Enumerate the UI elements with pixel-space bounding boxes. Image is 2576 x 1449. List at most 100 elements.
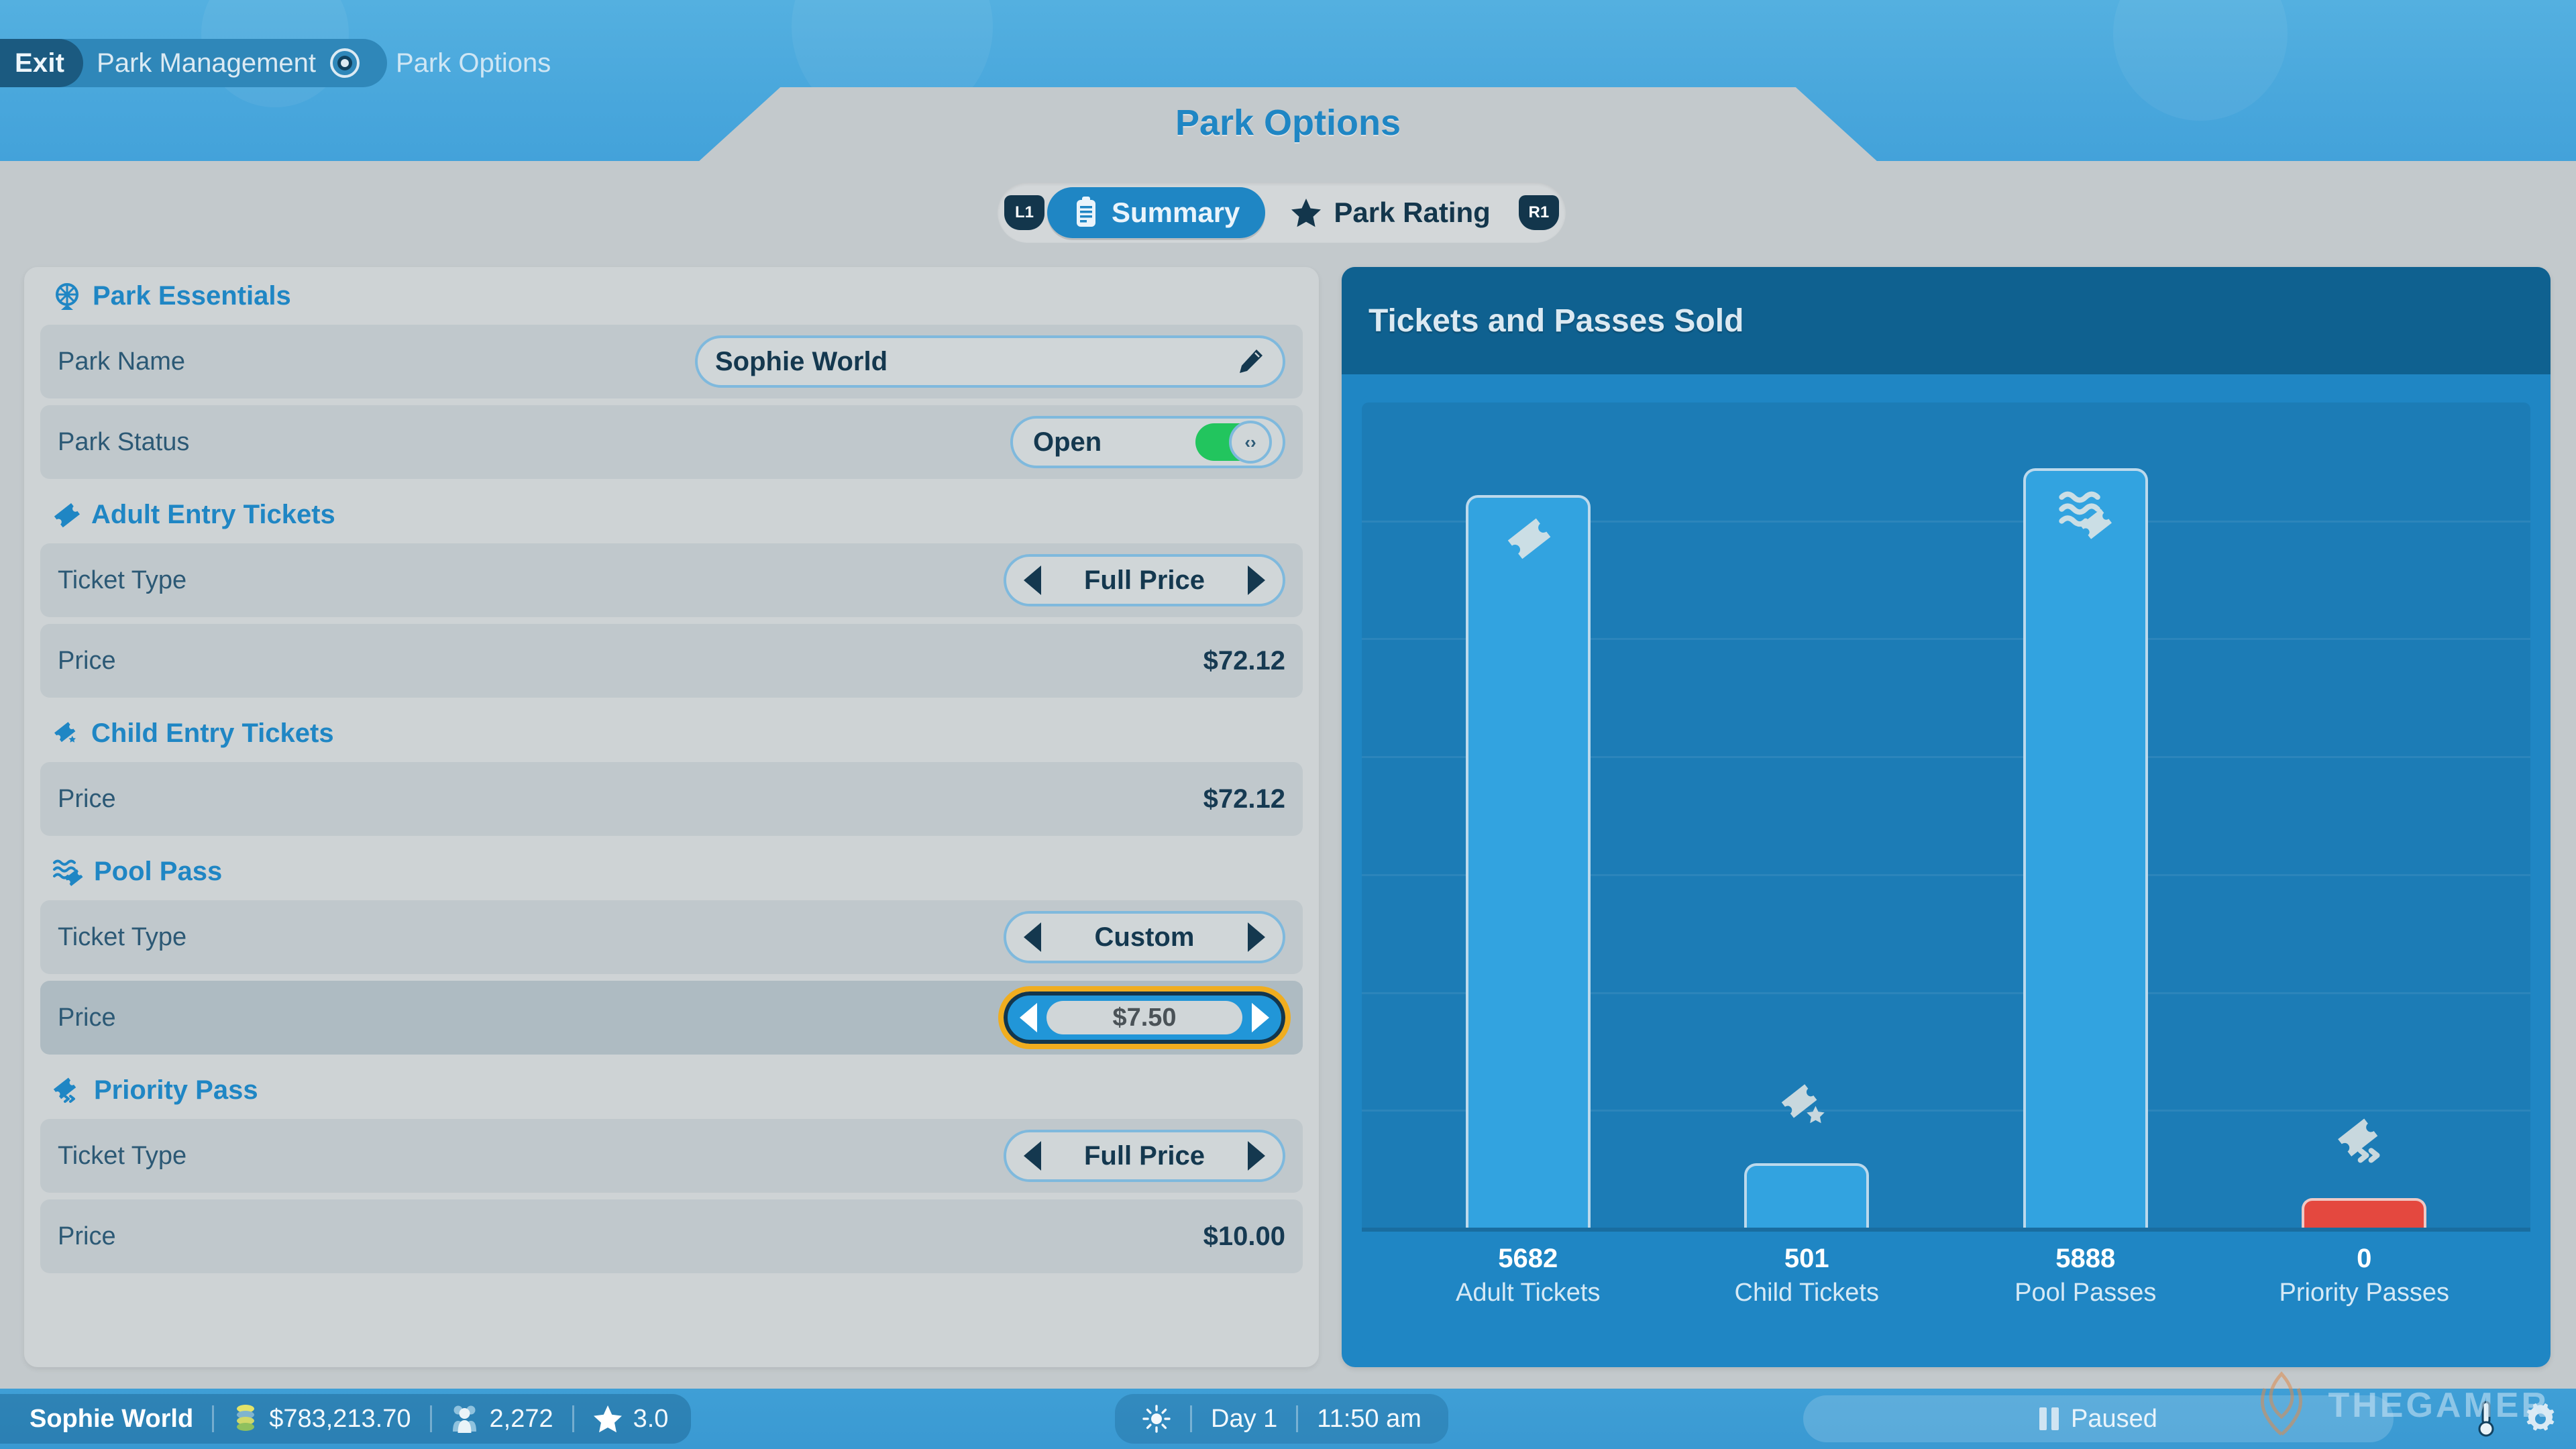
chart-bar-category: Child Tickets bbox=[1734, 1279, 1879, 1307]
status-money-value: $783,213.70 bbox=[269, 1404, 411, 1433]
pool-ticket-type-stepper[interactable]: Custom bbox=[1004, 911, 1285, 963]
stepper-value-box: $7.50 bbox=[1046, 1001, 1242, 1034]
stepper-next-arrow[interactable] bbox=[1248, 1141, 1265, 1171]
row-label: Park Status bbox=[58, 427, 190, 456]
chart-bar bbox=[2023, 468, 2148, 1228]
park-status-value: Open bbox=[1033, 427, 1102, 457]
chart-bar bbox=[1744, 1084, 1870, 1228]
row-child-price[interactable]: Price $72.12 bbox=[40, 762, 1303, 836]
pause-icon[interactable] bbox=[2039, 1407, 2059, 1430]
status-bar: Sophie World $783,213.70 2,272 3.0 Day 1… bbox=[0, 1389, 2576, 1449]
thegamer-logo-icon bbox=[2261, 1371, 2303, 1436]
row-label: Ticket Type bbox=[58, 566, 187, 594]
row-label: Price bbox=[58, 784, 116, 813]
game-speed-label: Paused bbox=[2071, 1404, 2157, 1433]
pool-ticket-type-value: Custom bbox=[1094, 922, 1195, 952]
park-status-toggle[interactable]: Open ‹› bbox=[1010, 416, 1285, 468]
thegamer-watermark: THEGAMER bbox=[2245, 1368, 2549, 1442]
adult-ticket-type-value: Full Price bbox=[1083, 565, 1205, 595]
priority-ticket-type-stepper[interactable]: Full Price bbox=[1004, 1130, 1285, 1182]
people-icon bbox=[452, 1405, 476, 1433]
tab-park-rating[interactable]: Park Rating bbox=[1265, 187, 1515, 238]
row-pool-ticket-type[interactable]: Ticket Type Custom bbox=[40, 900, 1303, 974]
exit-label: Exit bbox=[15, 48, 65, 78]
adult-ticket-type-stepper[interactable]: Full Price bbox=[1004, 554, 1285, 606]
priority-ticket-icon bbox=[53, 1077, 76, 1103]
chart-bar-column bbox=[1946, 402, 2225, 1228]
chart-bar-value: 501 bbox=[1784, 1244, 1829, 1273]
ticket-child-icon bbox=[54, 722, 76, 743]
ticket-icon bbox=[1505, 514, 1552, 564]
row-priority-price[interactable]: Price $10.00 bbox=[40, 1199, 1303, 1273]
priority-ticket-icon bbox=[2337, 1115, 2392, 1171]
pencil-icon[interactable] bbox=[1236, 347, 1265, 376]
status-money: $783,213.70 bbox=[233, 1403, 411, 1434]
row-label: Ticket Type bbox=[58, 1141, 187, 1170]
chart-x-label: 0 Priority Passes bbox=[2225, 1241, 2504, 1310]
stepper-next-arrow[interactable] bbox=[1252, 1003, 1269, 1032]
chart-x-label: 5888 Pool Passes bbox=[1946, 1241, 2225, 1310]
tab-summary[interactable]: Summary bbox=[1047, 187, 1266, 238]
toggle-track[interactable]: ‹› bbox=[1195, 421, 1272, 464]
game-screen: Exit Park Management Park Options Park O… bbox=[0, 0, 2576, 1449]
chart-x-label: 501 Child Tickets bbox=[1668, 1241, 1947, 1310]
chart-header: Tickets and Passes Sold bbox=[1342, 267, 2551, 374]
chart-x-labels: 5682 Adult Tickets 501 Child Tickets 5888 Poo… bbox=[1362, 1241, 2530, 1310]
breadcrumb: Exit Park Management bbox=[0, 39, 388, 87]
pool-ticket-icon bbox=[2058, 487, 2113, 544]
chart-bar bbox=[2302, 1118, 2427, 1228]
chart-bars bbox=[1362, 402, 2530, 1228]
row-adult-price[interactable]: Price $72.12 bbox=[40, 624, 1303, 698]
chart-bar-category: Priority Passes bbox=[2279, 1279, 2449, 1307]
park-name-field[interactable]: Sophie World bbox=[695, 335, 1285, 388]
section-park-essentials: Park Essentials bbox=[40, 267, 1303, 325]
row-park-status[interactable]: Park Status Open ‹› bbox=[40, 405, 1303, 479]
chart-bar-column bbox=[2225, 402, 2504, 1228]
divider bbox=[1296, 1405, 1299, 1432]
pool-price-stepper[interactable]: $7.50 bbox=[998, 986, 1291, 1049]
pool-price-value: $7.50 bbox=[1112, 1003, 1177, 1032]
section-adult-entry-tickets: Adult Entry Tickets bbox=[40, 486, 1303, 543]
status-guests: 2,272 bbox=[451, 1403, 553, 1434]
row-priority-ticket-type[interactable]: Ticket Type Full Price bbox=[40, 1119, 1303, 1193]
divider bbox=[212, 1405, 215, 1432]
row-label: Ticket Type bbox=[58, 922, 187, 951]
priority-price-value: $10.00 bbox=[1203, 1221, 1285, 1251]
star-icon bbox=[1291, 199, 1322, 227]
row-label: Park Name bbox=[58, 347, 186, 376]
status-left-group: Sophie World $783,213.70 2,272 3.0 bbox=[0, 1394, 692, 1444]
priority-ticket-type-value: Full Price bbox=[1083, 1140, 1205, 1171]
stepper-next-arrow[interactable] bbox=[1247, 922, 1265, 952]
chart-bar-category: Pool Passes bbox=[2015, 1279, 2157, 1307]
section-priority-pass: Priority Pass bbox=[40, 1061, 1303, 1119]
stepper-prev-arrow[interactable] bbox=[1024, 1141, 1041, 1171]
row-adult-ticket-type[interactable]: Ticket Type Full Price bbox=[40, 543, 1303, 617]
chart-x-label: 5682 Adult Tickets bbox=[1389, 1241, 1668, 1310]
toggle-knob[interactable]: ‹› bbox=[1229, 421, 1272, 464]
row-pool-price[interactable]: Price $7.50 bbox=[40, 981, 1303, 1055]
coins-icon bbox=[237, 1405, 255, 1431]
chart-title: Tickets and Passes Sold bbox=[1368, 303, 1744, 339]
adult-price-value: $72.12 bbox=[1203, 645, 1285, 676]
section-title: Child Entry Tickets bbox=[91, 718, 334, 748]
row-park-name[interactable]: Park Name Sophie World bbox=[40, 325, 1303, 398]
chart-bar bbox=[1465, 495, 1591, 1228]
stepper-next-arrow[interactable] bbox=[1248, 566, 1265, 595]
ticket-child-icon bbox=[1780, 1080, 1833, 1133]
chart-bar-column bbox=[1389, 402, 1668, 1228]
row-label: Price bbox=[58, 1222, 116, 1250]
stepper-prev-arrow[interactable] bbox=[1020, 1003, 1037, 1032]
chart-plot bbox=[1362, 402, 2530, 1228]
tickets-and-passes-chart-panel: Tickets and Passes Sold 5682 Adult Ticket… bbox=[1342, 267, 2551, 1367]
breadcrumb-current: Park Options bbox=[396, 48, 551, 78]
stepper-prev-arrow[interactable] bbox=[1024, 922, 1041, 952]
chart-bar-value: 0 bbox=[2357, 1244, 2372, 1273]
row-label: Price bbox=[58, 1003, 116, 1032]
stepper-prev-arrow[interactable] bbox=[1024, 566, 1041, 595]
exit-button[interactable]: Exit bbox=[0, 39, 84, 87]
target-circle-icon bbox=[330, 48, 360, 78]
park-options-panel: Park Essentials Park Name Sophie World P… bbox=[24, 267, 1319, 1367]
divider bbox=[429, 1405, 432, 1432]
status-time: 11:50 am bbox=[1317, 1404, 1421, 1433]
breadcrumb-parent[interactable]: Park Management bbox=[87, 48, 316, 78]
